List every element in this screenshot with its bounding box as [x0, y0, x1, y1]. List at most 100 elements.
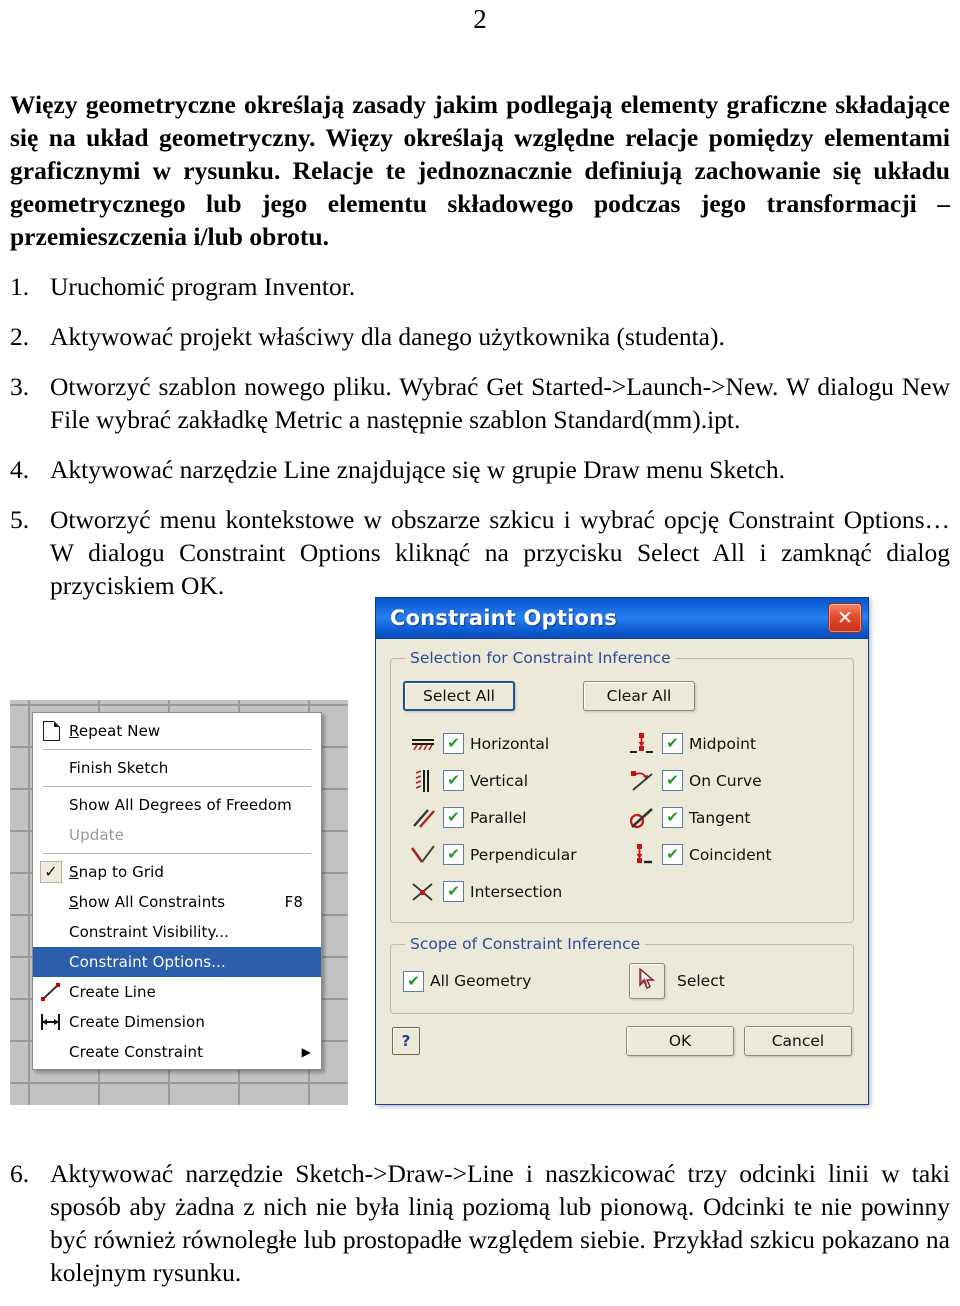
- checkbox-perpendicular[interactable]: [443, 844, 464, 865]
- list-item-number: 2.: [10, 322, 30, 351]
- list-item-number: 3.: [10, 372, 30, 401]
- submenu-arrow-icon: ▶: [301, 1045, 311, 1059]
- list-item-number: 1.: [10, 272, 30, 301]
- menu-item-label: Snap to Grid: [69, 863, 165, 881]
- list-item-text: Aktywować narzędzie Line znajdujące się …: [50, 455, 785, 484]
- on-curve-constraint-icon: [622, 768, 662, 794]
- menu-item-create-line[interactable]: Create Line: [33, 977, 321, 1007]
- page-icon: [38, 720, 64, 742]
- menu-item-label: Finish Sketch: [69, 759, 169, 777]
- list-item-text: Otworzyć menu kontekstowe w obszarze szk…: [50, 505, 950, 600]
- document-body: Więzy geometryczne określają zasady jaki…: [10, 88, 950, 619]
- menu-item-constraint-options[interactable]: Constraint Options...: [33, 947, 321, 977]
- sketch-grid-screenshot: Repeat New Finish Sketch Show All Degree…: [10, 700, 348, 1105]
- menu-item-label: Create Constraint: [69, 1043, 204, 1061]
- cancel-button[interactable]: Cancel: [744, 1026, 852, 1056]
- cursor-arrow-icon: [637, 967, 657, 994]
- checkbox-parallel[interactable]: [443, 807, 464, 828]
- list-item: 3. Otworzyć szablon nowego pliku. Wybrać…: [10, 370, 950, 436]
- checkbox-label: Vertical: [470, 771, 529, 790]
- menu-item-label: Show All Constraints: [69, 893, 226, 911]
- checkbox-on-curve[interactable]: [662, 770, 683, 791]
- checkbox-row-coincident: Coincident: [622, 836, 841, 873]
- menu-item-label: Constraint Options...: [69, 953, 226, 971]
- dialog-title: Constraint Options: [390, 606, 617, 630]
- list-item: 5. Otworzyć menu kontekstowe w obszarze …: [10, 503, 950, 602]
- list-item: 2. Aktywować projekt właściwy dla danego…: [10, 320, 950, 353]
- checkbox-label: Midpoint: [689, 734, 757, 753]
- checkbox-row-perpendicular: Perpendicular: [403, 836, 622, 873]
- checkbox-coincident[interactable]: [662, 844, 683, 865]
- checkbox-intersection[interactable]: [443, 881, 464, 902]
- document-page: 2 Więzy geometryczne określają zasady ja…: [0, 0, 960, 1287]
- checkbox-row-vertical: Vertical: [403, 762, 622, 799]
- select-all-button[interactable]: Select All: [403, 681, 515, 711]
- constraint-options-dialog[interactable]: Constraint Options ✕ Selection for Const…: [375, 597, 869, 1105]
- perpendicular-constraint-icon: [403, 842, 443, 868]
- ok-button[interactable]: OK: [626, 1026, 734, 1056]
- menu-item-label: Update: [69, 826, 124, 844]
- menu-item-create-dimension[interactable]: Create Dimension: [33, 1007, 321, 1037]
- tail-steps-list: 6. Aktywować narzędzie Sketch->Draw->Lin…: [10, 1157, 950, 1289]
- menu-item-label: Create Dimension: [69, 1013, 205, 1031]
- list-item-text: Uruchomić program Inventor.: [50, 272, 356, 301]
- menu-item-label: Constraint Visibility...: [69, 923, 229, 941]
- checkbox-tangent[interactable]: [662, 807, 683, 828]
- list-item-text: Otworzyć szablon nowego pliku. Wybrać Ge…: [50, 372, 950, 434]
- checkbox-label: Parallel: [470, 808, 527, 827]
- checkbox-midpoint[interactable]: [662, 733, 683, 754]
- menu-item-constraint-visibility[interactable]: Constraint Visibility...: [33, 917, 321, 947]
- list-item-text: Aktywować projekt właściwy dla danego uż…: [50, 322, 725, 351]
- checkbox-label: Tangent: [689, 808, 751, 827]
- all-geometry-block: All Geometry: [403, 970, 629, 992]
- midpoint-constraint-icon: [622, 731, 662, 757]
- dialog-titlebar: Constraint Options ✕: [376, 598, 868, 639]
- list-item: 1. Uruchomić program Inventor.: [10, 270, 950, 303]
- button-spacer: [515, 681, 583, 711]
- help-icon[interactable]: ?: [392, 1027, 420, 1055]
- checkmark-icon: ✓: [38, 861, 64, 883]
- close-icon[interactable]: ✕: [828, 603, 862, 633]
- menu-item-label: Create Line: [69, 983, 156, 1001]
- list-item: 6. Aktywować narzędzie Sketch->Draw->Lin…: [10, 1157, 950, 1289]
- tangent-constraint-icon: [622, 805, 662, 831]
- vertical-constraint-icon: [403, 768, 443, 794]
- menu-item-show-all-degrees-of-freedom[interactable]: Show All Degrees of Freedom: [33, 790, 321, 820]
- checkbox-row-intersection: Intersection: [403, 873, 622, 910]
- menu-item-snap-to-grid[interactable]: ✓ Snap to Grid: [33, 857, 321, 887]
- menu-item-finish-sketch[interactable]: Finish Sketch: [33, 753, 321, 783]
- selection-group: Selection for Constraint Inference Selec…: [390, 649, 854, 923]
- select-tool-button[interactable]: [629, 963, 665, 999]
- constraint-column-right: Midpoint: [622, 725, 841, 910]
- scope-row: All Geometry Select: [403, 961, 841, 1001]
- list-item-number: 4.: [10, 455, 30, 484]
- menu-item-update: Update: [33, 820, 321, 850]
- checkbox-vertical[interactable]: [443, 770, 464, 791]
- list-item-number: 5.: [10, 505, 30, 534]
- menu-item-label: Show All Degrees of Freedom: [69, 796, 292, 814]
- list-item: 4. Aktywować narzędzie Line znajdujące s…: [10, 453, 950, 486]
- checkbox-label: Intersection: [470, 882, 563, 901]
- coincident-constraint-icon: [622, 842, 662, 868]
- dialog-footer: ? OK Cancel: [390, 1026, 854, 1056]
- menu-item-repeat-new[interactable]: Repeat New: [33, 716, 321, 746]
- clear-all-button[interactable]: Clear All: [583, 681, 695, 711]
- checkbox-all-geometry[interactable]: [403, 970, 424, 992]
- checkbox-row-on-curve: On Curve: [622, 762, 841, 799]
- context-menu[interactable]: Repeat New Finish Sketch Show All Degree…: [32, 712, 322, 1070]
- menu-separator: [43, 749, 311, 750]
- tail-step-block: 6. Aktywować narzędzie Sketch->Draw->Lin…: [10, 1157, 950, 1306]
- checkbox-label: All Geometry: [430, 972, 532, 990]
- menu-item-accelerator: F8: [284, 893, 303, 911]
- page-number: 2: [473, 4, 487, 34]
- checkbox-row-horizontal: Horizontal: [403, 725, 622, 762]
- menu-item-show-all-constraints[interactable]: Show All Constraints F8: [33, 887, 321, 917]
- checkbox-label: Coincident: [689, 845, 772, 864]
- checkbox-horizontal[interactable]: [443, 733, 464, 754]
- menu-item-create-constraint[interactable]: Create Constraint ▶: [33, 1037, 321, 1067]
- constraint-checkbox-grid: Horizontal: [403, 725, 841, 910]
- intro-paragraph: Więzy geometryczne określają zasady jaki…: [10, 90, 950, 251]
- dimension-icon: [38, 1011, 64, 1033]
- menu-item-label: Repeat New: [69, 722, 161, 740]
- list-item-number: 6.: [10, 1159, 30, 1188]
